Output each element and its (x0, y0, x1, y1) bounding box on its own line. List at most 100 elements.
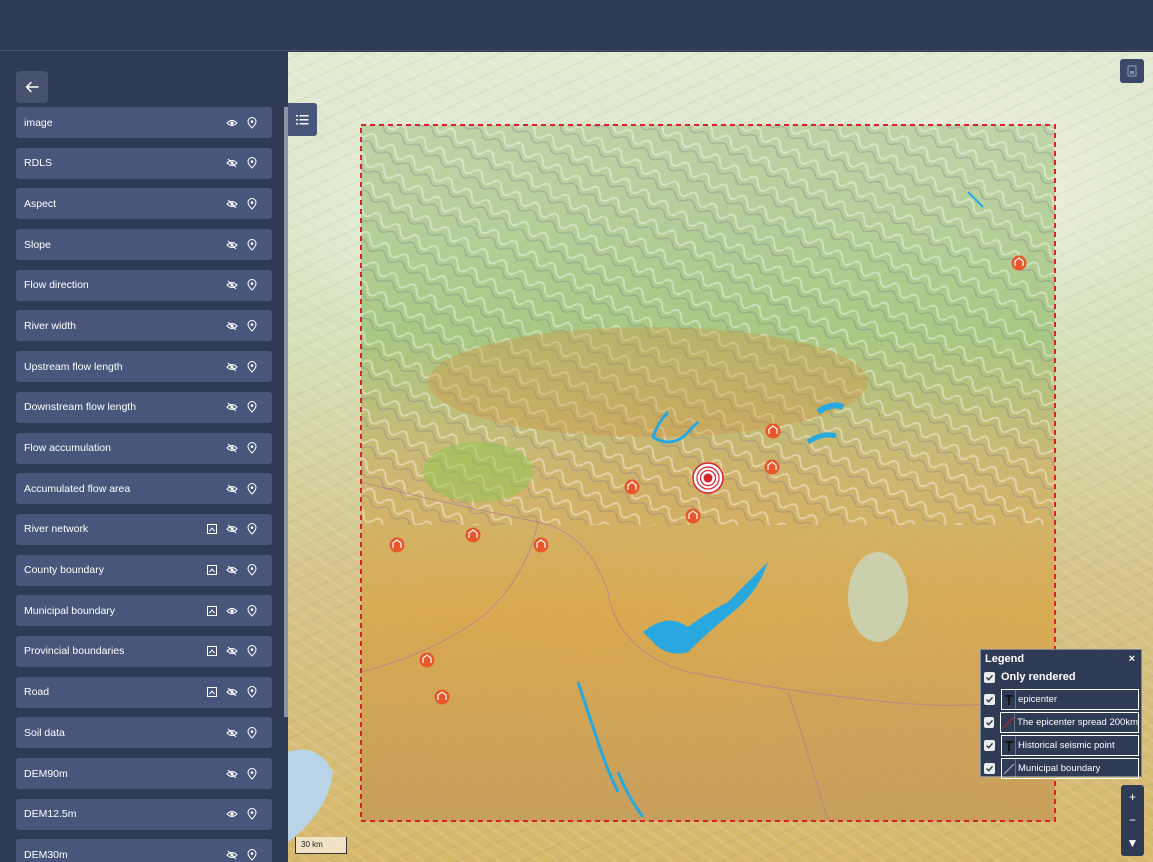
locate-pin-icon[interactable] (246, 808, 258, 820)
eye-off-icon[interactable] (226, 279, 238, 291)
only-rendered-checkbox[interactable] (984, 671, 995, 683)
locate-pin-icon[interactable] (246, 482, 258, 495)
eye-off-icon[interactable] (226, 442, 238, 454)
historical-seismic-point (1011, 255, 1027, 271)
layer-label: Municipal boundary (24, 604, 116, 617)
legend-item-checkbox[interactable] (984, 740, 995, 751)
eye-off-icon[interactable] (226, 483, 238, 495)
historical-seismic-point (389, 537, 405, 553)
layer-item[interactable]: Accumulated flow area (16, 473, 272, 505)
zoom-more-button[interactable]: ▼ (1121, 831, 1144, 854)
layer-label: River network (24, 523, 89, 536)
layer-list-toggle-button[interactable] (288, 103, 317, 136)
print-button[interactable] (1120, 59, 1144, 83)
layer-item[interactable]: DEM30m (16, 839, 272, 862)
historical-seismic-point (465, 527, 481, 543)
style-legend-icon[interactable] (206, 523, 218, 535)
layer-label: Road (24, 686, 50, 699)
layer-label: RDLS (24, 157, 53, 170)
layer-item[interactable]: Flow direction (16, 269, 272, 301)
locate-pin-icon[interactable] (246, 360, 258, 373)
locate-pin-icon[interactable] (246, 401, 258, 414)
historical-seismic-point (434, 689, 450, 705)
layer-item[interactable]: Flow accumulation (16, 432, 272, 464)
locate-pin-icon[interactable] (246, 197, 258, 210)
back-button[interactable] (16, 71, 48, 103)
locate-pin-icon[interactable] (246, 686, 258, 698)
green-plain (423, 442, 533, 502)
layer-item[interactable]: Provincial boundaries (16, 635, 272, 667)
locate-pin-icon[interactable] (246, 726, 258, 739)
legend-item-checkbox[interactable] (984, 763, 995, 774)
zoom-in-button[interactable]: + (1121, 785, 1144, 808)
legend-item: Municipal boundary (981, 758, 1141, 779)
layer-item[interactable]: Downstream flow length (16, 391, 272, 423)
layer-item[interactable]: Municipal boundary (16, 595, 272, 627)
eye-off-icon[interactable] (226, 686, 238, 698)
layer-item[interactable]: Slope (16, 229, 272, 261)
layer-item[interactable]: River network (16, 513, 272, 545)
layer-item[interactable]: image (16, 107, 272, 138)
eye-off-icon[interactable] (226, 198, 238, 210)
historical-seismic-point (685, 508, 701, 524)
legend-item-label: Municipal boundary (1018, 763, 1101, 774)
epicenter-marker (692, 462, 724, 494)
style-legend-icon[interactable] (206, 564, 218, 576)
layer-item[interactable]: County boundary (16, 554, 272, 586)
locate-pin-icon[interactable] (246, 564, 258, 576)
layer-label: image (24, 116, 53, 129)
locate-pin-icon[interactable] (246, 319, 258, 332)
layer-item[interactable]: Upstream flow length (16, 351, 272, 383)
eye-off-icon[interactable] (226, 320, 238, 332)
locate-pin-icon[interactable] (246, 848, 258, 861)
locate-pin-icon[interactable] (246, 442, 258, 454)
legend-item-checkbox[interactable] (984, 717, 995, 728)
layer-item[interactable]: DEM90m (16, 758, 272, 789)
zoom-out-button[interactable]: − (1121, 808, 1144, 831)
locate-pin-icon[interactable] (246, 523, 258, 536)
layer-item[interactable]: Road (16, 676, 272, 708)
eye-off-icon[interactable] (226, 727, 238, 739)
eye-icon[interactable] (226, 117, 238, 129)
layer-item[interactable]: Aspect (16, 188, 272, 220)
eye-off-icon[interactable] (226, 645, 238, 657)
locate-pin-icon[interactable] (246, 157, 258, 169)
locate-pin-icon[interactable] (246, 645, 258, 658)
locate-pin-icon[interactable] (246, 604, 258, 617)
layer-label: Downstream flow length (24, 401, 137, 414)
locate-pin-icon[interactable] (246, 238, 258, 251)
eye-off-icon[interactable] (226, 523, 238, 535)
style-legend-icon[interactable] (206, 605, 218, 617)
eye-off-icon[interactable] (226, 768, 238, 780)
only-rendered-label: Only rendered (1001, 671, 1076, 683)
legend-symbol-icon (1002, 759, 1016, 778)
legend-item: The epicenter spread 200km (981, 712, 1141, 733)
layer-label: Slope (24, 238, 51, 251)
eye-icon[interactable] (226, 605, 238, 617)
layer-item[interactable]: RDLS (16, 147, 272, 179)
layer-item[interactable]: River width (16, 310, 272, 342)
legend-item: epicenter (981, 689, 1141, 710)
layer-label: Aspect (24, 197, 57, 210)
eye-off-icon[interactable] (226, 849, 238, 861)
layer-sidebar: image RDLS Aspect Slope Flow direction River … (0, 52, 288, 862)
scale-label: 30 km (301, 840, 323, 849)
legend-item-checkbox[interactable] (984, 694, 995, 705)
eye-off-icon[interactable] (226, 361, 238, 373)
layer-item[interactable]: Soil data (16, 717, 272, 749)
locate-pin-icon[interactable] (246, 767, 258, 780)
eye-off-icon[interactable] (226, 564, 238, 576)
eye-off-icon[interactable] (226, 239, 238, 251)
eye-off-icon[interactable] (226, 401, 238, 413)
layer-label: Flow accumulation (24, 442, 111, 454)
legend-symbol-icon (1001, 713, 1016, 732)
layer-item[interactable]: DEM12.5m (16, 798, 272, 830)
legend-close-button[interactable]: × (1129, 653, 1135, 665)
locate-pin-icon[interactable] (246, 279, 258, 291)
style-legend-icon[interactable] (206, 645, 218, 657)
eye-off-icon[interactable] (226, 157, 238, 169)
style-legend-icon[interactable] (206, 686, 218, 698)
historical-seismic-point (419, 652, 435, 668)
locate-pin-icon[interactable] (246, 116, 258, 129)
eye-icon[interactable] (226, 808, 238, 820)
